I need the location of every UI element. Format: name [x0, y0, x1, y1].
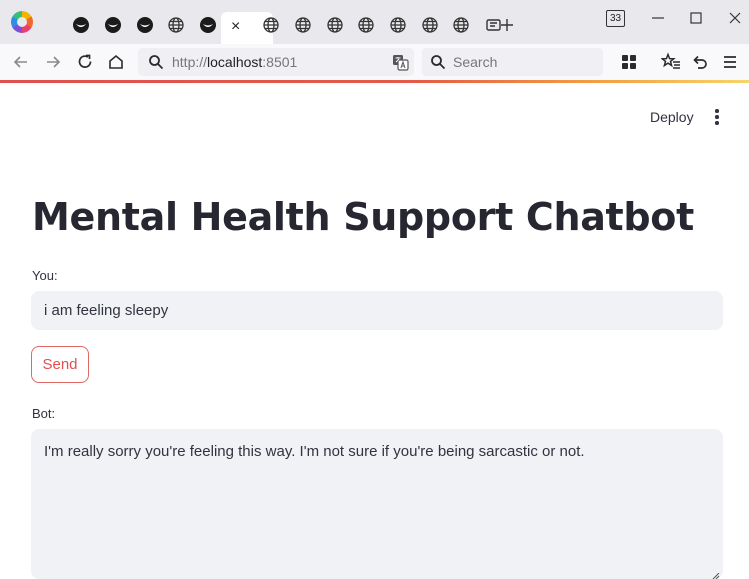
url-scheme: http://	[172, 54, 208, 70]
cat-favicon-icon	[73, 17, 89, 33]
tab-5[interactable]	[193, 12, 223, 44]
cat-favicon-icon	[200, 17, 216, 33]
tab-12[interactable]	[446, 12, 476, 44]
tab-count-badge[interactable]: 33	[606, 10, 625, 27]
globe-icon	[453, 17, 469, 33]
bot-response-textarea[interactable]: I'm really sorry you're feeling this way…	[31, 429, 723, 579]
globe-icon	[168, 17, 184, 33]
search-placeholder: Search	[453, 54, 498, 70]
tab-3[interactable]	[130, 12, 160, 44]
address-bar[interactable]: http://localhost:8501	[138, 48, 414, 76]
minimize-icon[interactable]	[648, 8, 668, 28]
resize-handle-icon[interactable]	[712, 573, 720, 579]
globe-icon	[358, 17, 374, 33]
search-icon	[431, 55, 446, 70]
tab-2[interactable]	[98, 12, 128, 44]
tab-11[interactable]	[415, 12, 445, 44]
menu-icon[interactable]	[720, 52, 740, 72]
close-tab-icon[interactable]: ×	[231, 19, 240, 35]
close-window-icon[interactable]	[725, 8, 745, 28]
tab-7[interactable]	[288, 12, 318, 44]
favorites-star-icon[interactable]	[661, 52, 681, 72]
globe-icon	[390, 17, 406, 33]
message-input-value: i am feeling sleepy	[44, 302, 169, 319]
tab-10[interactable]	[383, 12, 413, 44]
page-title: Mental Health Support Chatbot	[32, 195, 694, 239]
tab-9[interactable]	[351, 12, 381, 44]
app-page: Deploy Mental Health Support Chatbot You…	[0, 83, 749, 579]
bot-response-text: I'm really sorry you're feeling this way…	[44, 443, 585, 460]
translate-icon[interactable]	[392, 54, 409, 71]
maximize-icon[interactable]	[686, 8, 706, 28]
browser-logo-icon[interactable]	[11, 11, 33, 33]
url-text[interactable]: http://localhost:8501	[172, 54, 297, 70]
url-host: localhost	[207, 54, 263, 70]
tab-strip: × 33	[0, 0, 749, 44]
globe-icon	[263, 17, 279, 33]
tab-1[interactable]	[66, 12, 96, 44]
cat-favicon-icon	[105, 17, 121, 33]
url-port: :8501	[262, 54, 298, 70]
globe-icon	[295, 17, 311, 33]
tab-6[interactable]	[256, 12, 286, 44]
new-tab-icon	[486, 19, 513, 31]
new-tab-button[interactable]	[482, 12, 516, 44]
navigation-toolbar: http://localhost:8501 Search	[0, 44, 749, 80]
globe-icon	[327, 17, 343, 33]
tab-4[interactable]	[161, 12, 191, 44]
back-arrow-icon[interactable]	[11, 52, 31, 72]
undo-icon[interactable]	[690, 52, 710, 72]
globe-icon	[422, 17, 438, 33]
search-box[interactable]: Search	[422, 48, 603, 76]
home-icon[interactable]	[106, 52, 126, 72]
search-icon	[149, 55, 164, 70]
send-button[interactable]: Send	[31, 346, 89, 383]
message-input[interactable]: i am feeling sleepy	[31, 291, 723, 330]
cat-favicon-icon	[137, 17, 153, 33]
reload-icon[interactable]	[75, 52, 95, 72]
you-label: You:	[32, 268, 58, 283]
grid-apps-icon[interactable]	[619, 52, 639, 72]
more-options-icon[interactable]	[713, 109, 721, 125]
forward-arrow-icon[interactable]	[43, 52, 63, 72]
tab-8[interactable]	[320, 12, 350, 44]
bot-label: Bot:	[32, 406, 56, 421]
deploy-button[interactable]: Deploy	[650, 109, 694, 125]
